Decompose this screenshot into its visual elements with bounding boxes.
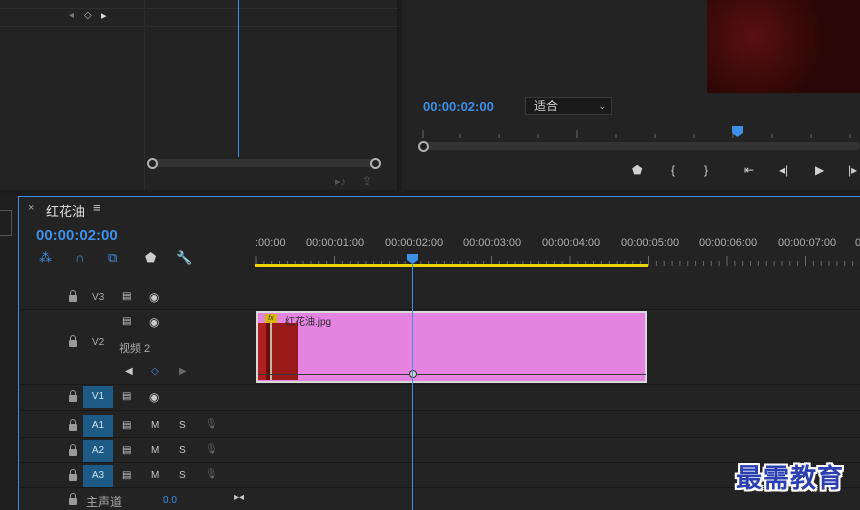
ruler-label: 00:00:02:00 xyxy=(385,237,444,249)
solo-button[interactable]: S xyxy=(179,470,186,481)
ruler-label: 00:00:07:00 xyxy=(778,237,837,249)
track-patch-a3[interactable]: A3 xyxy=(83,465,113,487)
program-timecode[interactable]: 00:00:02:00 xyxy=(423,99,494,114)
program-playhead-marker xyxy=(732,126,743,137)
mic-icon[interactable]: 🎙 xyxy=(205,419,218,430)
lock-icon[interactable] xyxy=(69,419,77,431)
next-keyframe-icon[interactable]: ▶ xyxy=(179,366,187,377)
lock-icon[interactable] xyxy=(69,469,77,481)
clip-name: 红花油.jpg xyxy=(285,317,332,328)
program-scrollbar[interactable] xyxy=(420,142,860,150)
step-back-button[interactable]: ◂| xyxy=(779,163,788,177)
track-label-v3: V3 xyxy=(92,292,105,303)
effect-controls-scrollbar[interactable] xyxy=(150,159,378,167)
fit-dropdown-label: 适合 xyxy=(534,99,559,113)
tools-strip xyxy=(0,196,16,510)
effect-controls-playhead[interactable] xyxy=(238,0,239,157)
mic-icon[interactable]: 🎙 xyxy=(205,444,218,455)
track-headers xyxy=(19,284,255,510)
eye-icon[interactable]: ◉ xyxy=(149,315,159,329)
prev-keyframe-icon[interactable]: ◀ xyxy=(125,366,133,377)
scrollbar-right-handle[interactable] xyxy=(370,158,381,169)
track-patch-a1[interactable]: A1 xyxy=(83,415,113,437)
lock-icon[interactable] xyxy=(69,493,77,505)
fx-badge-icon: fx xyxy=(265,314,277,323)
solo-button[interactable]: S xyxy=(179,420,186,431)
track-patch-a2[interactable]: A2 xyxy=(83,440,113,462)
panel-menu-icon[interactable]: ≡ xyxy=(93,200,101,215)
lock-icon[interactable] xyxy=(69,335,77,347)
linked-selection-icon[interactable]: ⧉ xyxy=(108,250,117,266)
program-ruler[interactable] xyxy=(420,124,860,138)
go-to-end-icon[interactable]: ▸◂ xyxy=(234,492,244,503)
master-track-label: 主声道 xyxy=(86,495,123,509)
add-keyframe-button[interactable]: ◇ xyxy=(84,10,92,21)
film-icon[interactable]: ▤ xyxy=(122,470,131,481)
watermark-logo: 最需教育 xyxy=(736,464,845,494)
mute-button[interactable]: M xyxy=(151,420,159,431)
ruler-label: 00:00:01:00 xyxy=(306,237,365,249)
prev-keyframe-button[interactable]: ◂ xyxy=(69,10,74,21)
effect-controls-left: ◂ ◇ ▸ xyxy=(0,0,145,190)
mark-in-button[interactable]: { xyxy=(671,163,675,177)
add-keyframe-icon[interactable]: ◇ xyxy=(151,366,159,377)
track-name-v2: 视频 2 xyxy=(119,343,151,355)
fit-dropdown[interactable]: 适合 ⌄ xyxy=(525,97,612,115)
film-icon[interactable]: ▤ xyxy=(122,316,131,327)
snap-magnet-icon[interactable]: ∩ xyxy=(75,250,84,265)
export-icon[interactable]: ⇪ xyxy=(362,174,372,188)
film-icon[interactable]: ▤ xyxy=(122,445,131,456)
track-label-v2: V2 xyxy=(92,337,105,348)
eye-icon[interactable]: ◉ xyxy=(149,290,159,304)
clip-thumbnail xyxy=(258,323,298,380)
timeline-ruler-labels[interactable]: :00:00 00:00:01:00 00:00:02:00 00:00:03:… xyxy=(255,237,860,253)
play-button[interactable]: ▶ xyxy=(815,163,824,177)
add-marker-button[interactable]: ⬟ xyxy=(632,163,642,177)
lock-icon[interactable] xyxy=(69,290,77,302)
eye-icon[interactable]: ◉ xyxy=(149,390,159,404)
timeline-playhead-line[interactable] xyxy=(412,262,413,510)
add-marker-icon[interactable]: ⬟ xyxy=(145,250,156,266)
ruler-label: 00:00:04:00 xyxy=(542,237,601,249)
work-area-bar[interactable] xyxy=(255,264,648,267)
ruler-label: 00:00:03:00 xyxy=(463,237,522,249)
mute-button[interactable]: M xyxy=(151,445,159,456)
keyframe-point[interactable] xyxy=(409,370,417,378)
track-patch-v1[interactable]: V1 xyxy=(83,386,113,408)
program-scroll-handle[interactable] xyxy=(418,141,429,152)
solo-button[interactable]: S xyxy=(179,445,186,456)
lock-icon[interactable] xyxy=(69,444,77,456)
nest-icon[interactable]: ⁂ xyxy=(39,250,52,266)
film-icon[interactable]: ▤ xyxy=(122,391,131,402)
go-to-in-button[interactable]: ⇤ xyxy=(744,163,754,177)
film-icon[interactable]: ▤ xyxy=(122,291,131,302)
chevron-down-icon: ⌄ xyxy=(598,101,606,111)
wrench-icon[interactable]: 🔧 xyxy=(176,250,192,266)
next-keyframe-button[interactable]: ▸ xyxy=(101,9,107,22)
master-volume-value[interactable]: 0.0 xyxy=(163,495,177,506)
close-tab-button[interactable]: × xyxy=(28,202,34,214)
mark-out-button[interactable]: } xyxy=(704,163,708,177)
filter-audio-icon[interactable]: ▸♪ xyxy=(335,175,346,188)
ruler-label: 00:00:06:00 xyxy=(699,237,758,249)
ruler-label: 00:00:05:00 xyxy=(621,237,680,249)
mute-button[interactable]: M xyxy=(151,470,159,481)
film-icon[interactable]: ▤ xyxy=(122,420,131,431)
ruler-label: :00:00 xyxy=(255,237,286,249)
program-video-frame xyxy=(707,0,860,93)
mic-icon[interactable]: 🎙 xyxy=(205,469,218,480)
lock-icon[interactable] xyxy=(69,390,77,402)
ruler-label: 0 xyxy=(855,237,860,249)
sequence-tab-title[interactable]: 红花油 xyxy=(46,201,85,220)
timeline-timecode[interactable]: 00:00:02:00 xyxy=(36,227,118,244)
step-forward-button[interactable]: |▸ xyxy=(848,163,857,177)
opacity-rubberband[interactable] xyxy=(258,374,646,375)
scrollbar-left-handle[interactable] xyxy=(147,158,158,169)
